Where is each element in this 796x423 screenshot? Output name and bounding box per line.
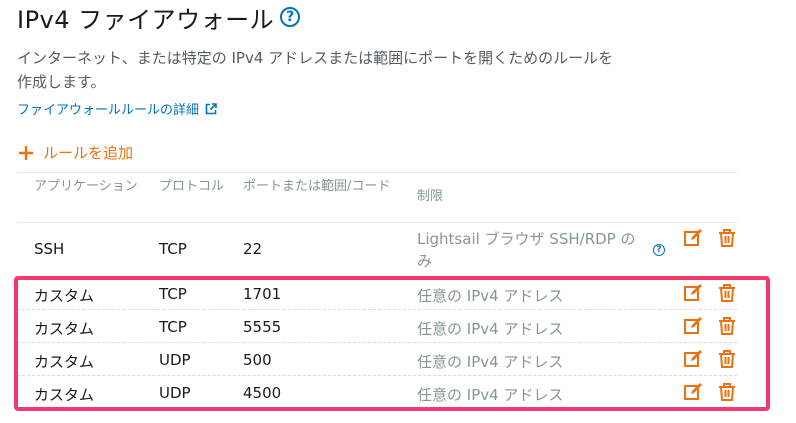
external-link-icon	[205, 102, 217, 114]
firewall-rules-details-link[interactable]: ファイアウォールルールの詳細	[17, 99, 217, 118]
page-title: IPv4 ファイアウォール	[17, 5, 275, 34]
header-port: ポートまたは範囲/コード	[243, 179, 391, 194]
header-protocol: プロトコル	[159, 179, 225, 194]
cell-port: 22	[243, 240, 263, 258]
cell-restriction: Lightsail ブラウザ SSH/RDP のみ	[417, 230, 636, 270]
add-rule-label: ルールを追加	[43, 144, 134, 162]
details-link-label: ファイアウォールルールの詳細	[17, 103, 200, 118]
section-header: IPv4 ファイアウォール ?	[17, 0, 301, 34]
cell-protocol: TCP	[159, 240, 187, 258]
highlight-box	[14, 276, 770, 411]
section-description: インターネット、または特定の IPv4 アドレスまたは範囲にポートを開くためのル…	[17, 49, 614, 91]
cell-application: SSH	[34, 240, 65, 258]
restriction-help-icon[interactable]: ?	[653, 244, 665, 256]
header-application: アプリケーション	[34, 179, 138, 194]
table-header: アプリケーション プロトコル ポートまたは範囲/コード 制限	[17, 172, 737, 223]
header-restriction: 制限	[417, 189, 444, 204]
help-icon[interactable]: ?	[280, 7, 301, 27]
add-rule-button[interactable]: ルールを追加	[17, 142, 133, 163]
plus-icon	[19, 145, 33, 160]
edit-icon[interactable]	[683, 228, 703, 248]
table-row: SSH TCP 22 Lightsail ブラウザ SSH/RDP のみ ?	[17, 222, 737, 277]
trash-icon[interactable]	[717, 228, 737, 248]
